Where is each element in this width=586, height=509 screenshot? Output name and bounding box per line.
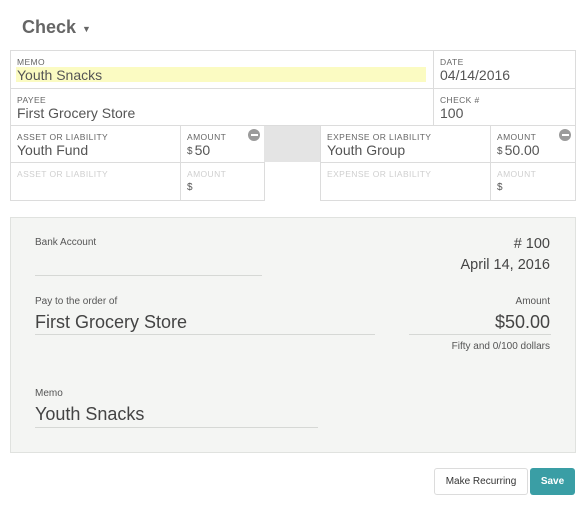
chevron-down-icon: ▼: [82, 24, 91, 34]
asset-currency: $: [187, 146, 193, 157]
memo-label: MEMO: [17, 57, 46, 67]
save-button[interactable]: Save: [530, 468, 575, 495]
expense-amount-label: AMOUNT: [497, 169, 537, 179]
expense-amount-field-empty[interactable]: AMOUNT $: [490, 162, 576, 201]
make-recurring-button[interactable]: Make Recurring: [434, 468, 528, 495]
check-number-field[interactable]: CHECK # 100: [433, 88, 576, 126]
check-payee: First Grocery Store: [35, 312, 188, 332]
check-number-input[interactable]: 100: [440, 105, 463, 121]
bank-account-line: [35, 275, 262, 276]
asset-amount-field[interactable]: AMOUNT $50: [180, 125, 265, 163]
check-memo: Youth Snacks: [35, 404, 145, 424]
asset-currency: $: [187, 182, 193, 193]
expense-account-label: EXPENSE OR LIABILITY: [327, 169, 432, 179]
memo-line: [35, 427, 318, 428]
remove-row-icon[interactable]: [559, 129, 571, 141]
asset-amount-value-wrap: $50: [187, 142, 210, 158]
expense-amount-value-wrap: $50.00: [497, 142, 540, 158]
asset-amount-field-empty[interactable]: AMOUNT $: [180, 162, 265, 201]
date-input[interactable]: 04/14/2016: [440, 67, 510, 83]
expense-amount-input[interactable]: 50.00: [505, 142, 540, 158]
check-number-label: CHECK #: [440, 95, 480, 105]
expense-account-input[interactable]: Youth Group: [327, 142, 405, 158]
date-label: DATE: [440, 57, 464, 67]
asset-account-label: ASSET OR LIABILITY: [17, 169, 109, 179]
payee-field[interactable]: PAYEE First Grocery Store: [10, 88, 434, 126]
remove-row-icon[interactable]: [248, 129, 260, 141]
expense-account-field[interactable]: EXPENSE OR LIABILITY Youth Group: [320, 125, 491, 163]
asset-account-input[interactable]: Youth Fund: [17, 142, 88, 158]
memo-input[interactable]: Youth Snacks: [17, 67, 102, 83]
expense-account-label: EXPENSE OR LIABILITY: [327, 132, 432, 142]
check-date: April 14, 2016: [460, 257, 550, 273]
expense-currency: $: [497, 182, 503, 193]
page-title[interactable]: Check ▼: [22, 17, 91, 38]
pay-to-label: Pay to the order of: [35, 296, 118, 307]
bank-account-label: Bank Account: [35, 237, 97, 248]
amount-words: Fifty and 0/100 dollars: [451, 341, 550, 352]
payee-label: PAYEE: [17, 95, 47, 105]
asset-amount-input[interactable]: 50: [195, 142, 211, 158]
amount-label: Amount: [515, 296, 550, 307]
memo-field[interactable]: MEMO Youth Snacks: [10, 50, 434, 89]
payee-line: [35, 334, 375, 335]
expense-amount-label: AMOUNT: [497, 132, 537, 142]
asset-amount-label: AMOUNT: [187, 132, 227, 142]
page-title-text: Check: [22, 17, 77, 37]
payee-input[interactable]: First Grocery Store: [17, 105, 135, 121]
check-memo-label: Memo: [35, 388, 63, 399]
check-preview: Bank Account # 100 April 14, 2016 Pay to…: [10, 217, 576, 453]
expense-currency: $: [497, 146, 503, 157]
amount-line: [409, 334, 551, 335]
asset-account-field-empty[interactable]: ASSET OR LIABILITY: [10, 162, 181, 201]
asset-amount-label: AMOUNT: [187, 169, 227, 179]
expense-account-field-empty[interactable]: EXPENSE OR LIABILITY: [320, 162, 491, 201]
split-divider: [264, 126, 320, 162]
asset-account-label: ASSET OR LIABILITY: [17, 132, 109, 142]
check-number: # 100: [513, 236, 550, 252]
check-amount: $50.00: [494, 312, 550, 332]
expense-amount-field[interactable]: AMOUNT $50.00: [490, 125, 576, 163]
date-field[interactable]: DATE 04/14/2016: [433, 50, 576, 89]
asset-account-field[interactable]: ASSET OR LIABILITY Youth Fund: [10, 125, 181, 163]
